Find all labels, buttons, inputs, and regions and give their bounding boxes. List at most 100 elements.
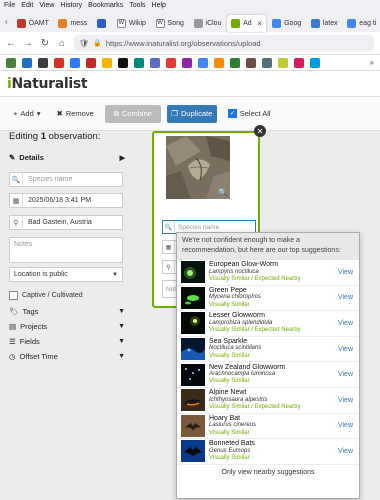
bookmarks-overflow-icon[interactable]: » bbox=[370, 58, 374, 67]
suggestion-item[interactable]: European Glow-Worm Lampyris noctiluca Visu… bbox=[177, 260, 359, 286]
menu-edit[interactable]: Edit bbox=[21, 2, 33, 9]
view-taxon-link[interactable]: View bbox=[338, 397, 355, 404]
taxon-names: European Glow-Worm Lampyris noctiluca Visu… bbox=[209, 261, 338, 283]
view-taxon-link[interactable]: View bbox=[338, 422, 355, 429]
add-button[interactable]: + Add ▾ bbox=[8, 105, 46, 123]
browser-tab[interactable]: ÖAMT bbox=[13, 15, 53, 32]
details-section-header[interactable]: ✎ Details ▶ bbox=[9, 153, 125, 162]
back-icon[interactable]: ← bbox=[6, 38, 16, 49]
suggestion-item[interactable]: Alpine Newt Ichthyosaura alpestris Visuall… bbox=[177, 388, 359, 414]
close-tab-icon[interactable]: ✕ bbox=[257, 20, 263, 28]
forward-icon[interactable]: → bbox=[23, 38, 33, 49]
view-taxon-link[interactable]: View bbox=[338, 371, 355, 378]
view-taxon-link[interactable]: View bbox=[338, 269, 355, 276]
tags-section-header[interactable]: 🏷 Tags ▼ bbox=[9, 307, 125, 316]
remove-button[interactable]: ✖ Remove bbox=[52, 105, 99, 123]
bookmark-icon[interactable] bbox=[54, 57, 64, 68]
browser-tab[interactable]: iClou bbox=[190, 15, 226, 32]
bookmark-icon[interactable] bbox=[70, 57, 80, 68]
menu-history[interactable]: History bbox=[60, 2, 82, 9]
browser-tab[interactable]: Goog bbox=[268, 15, 305, 32]
taxon-names: Hoary Bat Lasiurus cinereus Visually Simil… bbox=[209, 415, 338, 437]
combine-button[interactable]: ⧉ Combine bbox=[104, 104, 161, 123]
bookmark-icon[interactable] bbox=[310, 57, 320, 68]
bookmark-icon[interactable] bbox=[118, 57, 128, 68]
menu-help[interactable]: Help bbox=[152, 2, 166, 9]
menu-bookmarks[interactable]: Bookmarks bbox=[88, 2, 123, 9]
view-taxon-link[interactable]: View bbox=[338, 346, 355, 353]
bookmark-icon[interactable] bbox=[38, 57, 48, 68]
bookmark-icon[interactable] bbox=[86, 57, 96, 68]
bookmark-icon[interactable] bbox=[246, 57, 256, 68]
select-all-checkbox[interactable]: Select All bbox=[223, 105, 276, 123]
suggestion-item[interactable]: Bonneted Bats Genus Eumops Visually Simila… bbox=[177, 439, 359, 465]
reload-icon[interactable]: ↻ bbox=[40, 38, 50, 49]
bookmark-icon[interactable] bbox=[134, 57, 144, 68]
suggestions-message: We're not confident enough to make a rec… bbox=[177, 233, 359, 260]
calendar-icon: ▦ bbox=[163, 241, 175, 253]
offset-time-section-header[interactable]: ◷ Offset Time ▼ bbox=[9, 352, 125, 361]
inaturalist-logo[interactable]: iNaturalist bbox=[7, 76, 88, 92]
taxon-photo-thumbnail bbox=[181, 338, 205, 361]
suggestion-item[interactable]: Green Pepe Mycena chlorophos Visually Simi… bbox=[177, 286, 359, 312]
menu-tools[interactable]: Tools bbox=[129, 2, 145, 9]
tab-scroll-left-icon[interactable]: ‹ bbox=[2, 17, 11, 26]
taxon-common-name: Green Pepe bbox=[209, 286, 247, 294]
bookmark-icon[interactable] bbox=[102, 57, 112, 68]
tab-strip: ‹ ÖAMT mess W Wikip W Song iClou Ad ✕ Goog … bbox=[0, 11, 380, 32]
suggestion-item[interactable]: New Zealand Glowworm Arachnocampa luminos… bbox=[177, 362, 359, 388]
view-taxon-link[interactable]: View bbox=[338, 448, 355, 455]
browser-tab[interactable] bbox=[93, 15, 111, 32]
bookmark-icon[interactable] bbox=[294, 57, 304, 68]
bookmark-icon[interactable] bbox=[198, 57, 208, 68]
species-field[interactable]: 🔍 Species name bbox=[9, 172, 123, 187]
menu-view[interactable]: View bbox=[39, 2, 54, 9]
browser-tab-active[interactable]: Ad ✕ bbox=[227, 15, 267, 32]
close-icon: ✖ bbox=[56, 109, 63, 118]
home-icon[interactable]: ⌂ bbox=[57, 38, 67, 49]
zoom-icon[interactable]: 🔍 bbox=[218, 188, 228, 197]
duplicate-button[interactable]: ❐ Duplicate bbox=[166, 104, 217, 123]
view-taxon-link[interactable]: View bbox=[338, 294, 355, 301]
bookmark-icon[interactable] bbox=[150, 57, 160, 68]
browser-tab[interactable]: eag ti bbox=[343, 15, 380, 32]
captive-checkbox[interactable]: Captive / Cultivated bbox=[9, 291, 83, 300]
lock-icon[interactable]: 🔒 bbox=[93, 39, 102, 47]
bookmark-icon[interactable] bbox=[166, 57, 176, 68]
browser-tab[interactable]: W Wikip bbox=[113, 15, 150, 32]
bookmark-icon[interactable] bbox=[262, 57, 272, 68]
observation-photo[interactable]: 🔍 bbox=[166, 136, 230, 199]
location-field[interactable]: ⚲ Bad Gastein, Austria bbox=[9, 215, 123, 230]
google-icon bbox=[347, 19, 357, 28]
bookmark-icon[interactable] bbox=[278, 57, 288, 68]
bookmark-icon[interactable] bbox=[230, 57, 240, 68]
browser-tab[interactable]: mess bbox=[54, 15, 90, 32]
suggestion-item[interactable]: Lesser Glowworm Lamprohiza splendidula Vis… bbox=[177, 311, 359, 337]
notes-field[interactable]: Notes bbox=[9, 237, 123, 263]
remove-card-icon[interactable]: ✕ bbox=[254, 125, 266, 137]
url-bar[interactable]: 🛡 🔒 https://www.inaturalist.org/observat… bbox=[74, 35, 374, 51]
bookmark-icon[interactable] bbox=[6, 57, 16, 68]
suggestion-item[interactable]: Hoary Bat Lasiurus cinereus Visually Simil… bbox=[177, 414, 359, 440]
map-marker-icon: ⚲ bbox=[10, 216, 23, 229]
suggestion-reason: Visually Similar / Expected Nearby bbox=[209, 403, 301, 410]
shield-icon[interactable]: 🛡 bbox=[79, 39, 89, 48]
duplicate-icon: ❐ bbox=[171, 109, 178, 118]
taxon-common-name: Alpine Newt bbox=[209, 389, 247, 397]
geoprivacy-select[interactable]: Location is public ▼ bbox=[9, 267, 123, 282]
browser-tab[interactable]: latex bbox=[307, 15, 341, 32]
view-taxon-link[interactable]: View bbox=[338, 320, 355, 327]
bookmark-icon[interactable] bbox=[214, 57, 224, 68]
browser-tab[interactable]: W Song bbox=[152, 15, 188, 32]
inaturalist-favicon-icon bbox=[231, 19, 241, 28]
projects-section-header[interactable]: ▤ Projects ▼ bbox=[9, 322, 125, 331]
bookmark-icon[interactable] bbox=[22, 57, 32, 68]
nearby-suggestions-toggle[interactable]: Only view nearby suggestions bbox=[177, 465, 359, 481]
caret-right-icon: ▶ bbox=[119, 154, 125, 162]
tab-favicon-icon bbox=[16, 19, 26, 28]
datetime-field[interactable]: ▦ 2025/06/18 3:41 PM bbox=[9, 193, 123, 208]
menu-file[interactable]: File bbox=[4, 2, 15, 9]
bookmark-icon[interactable] bbox=[182, 57, 192, 68]
suggestion-item[interactable]: Sea Sparkle Noctiluca scintillans Visually… bbox=[177, 337, 359, 363]
fields-section-header[interactable]: ☰ Fields ▼ bbox=[9, 337, 125, 346]
